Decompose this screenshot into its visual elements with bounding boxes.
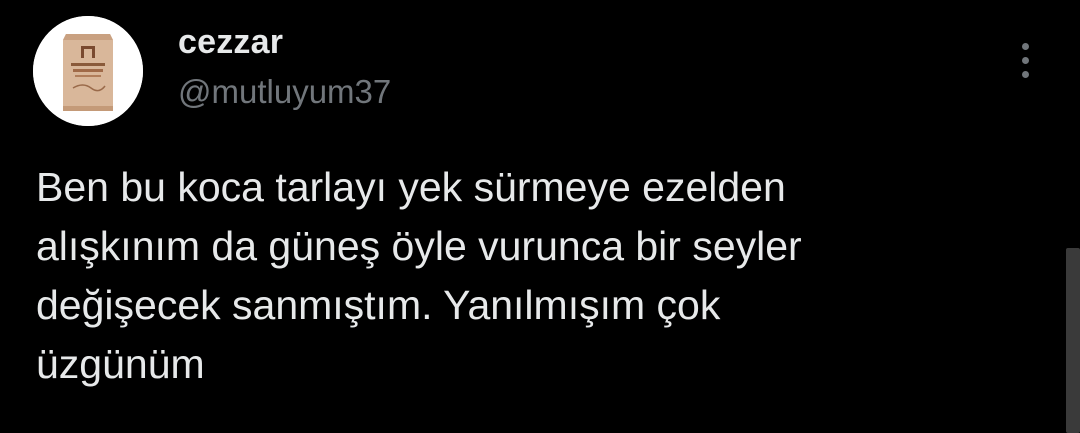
coffee-package-icon [33,16,143,126]
tweet-text-line: alışkınım da güneş öyle vurunca bir seyl… [36,223,802,269]
scrollbar[interactable] [1066,248,1080,433]
avatar[interactable] [33,16,143,126]
more-options-button[interactable] [1008,40,1042,80]
tweet-text-line: üzgünüm [36,341,205,387]
author-display-name[interactable]: cezzar [178,22,283,62]
more-vertical-icon [1021,42,1029,50]
more-vertical-icon-dot [1021,70,1029,78]
more-vertical-icon-dot [1021,56,1029,64]
tweet: cezzar @mutluyum37 Ben bu koca tarlayı y… [0,0,1080,433]
author-handle[interactable]: @mutluyum37 [178,72,391,112]
tweet-text: Ben bu koca tarlayı yek sürmeye ezelden … [36,158,1036,394]
tweet-text-line: Ben bu koca tarlayı yek sürmeye ezelden [36,164,786,210]
tweet-text-line: değişecek sanmıştım. Yanılmışım çok [36,282,721,328]
